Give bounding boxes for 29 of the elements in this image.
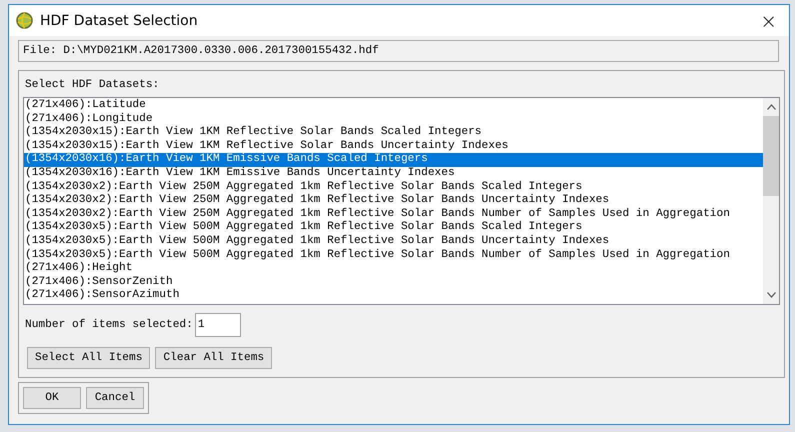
dataset-item[interactable]: (271x406):Height bbox=[24, 262, 763, 276]
scroll-down-icon[interactable] bbox=[766, 292, 776, 298]
selected-count-field[interactable]: 1 bbox=[194, 313, 241, 337]
selected-count-label: Number of items selected: bbox=[24, 319, 193, 331]
dataset-item[interactable]: (1354x2030x2):Earth View 250M Aggregated 1km Reflective Solar Bands Scaled Integers bbox=[24, 180, 763, 194]
dialog-button[interactable]: Cancel bbox=[86, 387, 144, 409]
dataset-item[interactable]: (271x406):SensorAzimuth bbox=[24, 289, 763, 303]
dialog-button[interactable]: OK bbox=[23, 387, 81, 409]
dataset-item[interactable]: (1354x2030x16):Earth View 1KM Emissive Bands Uncertainty Indexes bbox=[24, 166, 763, 181]
close-button[interactable]: × bbox=[756, 8, 781, 32]
dataset-item[interactable]: (1354x2030x15):Earth View 1KM Reflective Solar Bands Uncertainty Indexes bbox=[24, 140, 763, 154]
dataset-item[interactable]: (1354x2030x5):Earth View 500M Aggregated 1km Reflective Solar Bands Scaled Integers bbox=[24, 221, 763, 235]
window-title: HDF Dataset Selection bbox=[40, 12, 199, 28]
scroll-up-icon[interactable] bbox=[766, 104, 776, 110]
dataset-item[interactable]: (1354x2030x5):Earth View 500M Aggregated 1km Reflective Solar Bands Number of Samples Used in Aggregation bbox=[24, 248, 763, 262]
dataset-item[interactable]: (271x406):Longitude bbox=[24, 112, 763, 126]
list-action-button[interactable]: Select All Items bbox=[27, 347, 150, 369]
dataset-item[interactable]: (271x406):Latitude bbox=[24, 99, 763, 113]
dataset-item[interactable]: (1354x2030x2):Earth View 250M Aggregated 1km Reflective Solar Bands Uncertainty Indexes bbox=[24, 194, 763, 208]
dataset-item[interactable]: (1354x2030x5):Earth View 500M Aggregated 1km Reflective Solar Bands Uncertainty Indexes bbox=[24, 234, 763, 249]
globe-icon bbox=[16, 12, 33, 29]
scrollbar[interactable] bbox=[763, 98, 779, 304]
file-path-field[interactable]: File: D:\MYD021KM.A2017300.0330.006.2017300155432.hdf bbox=[18, 40, 779, 62]
dataset-item[interactable]: (1354x2030x16):Earth View 1KM Emissive Bands Scaled Integers bbox=[24, 153, 763, 167]
dataset-item[interactable]: (1354x2030x15):Earth View 1KM Reflective Solar Bands Scaled Integers bbox=[24, 126, 763, 140]
list-action-button[interactable]: Clear All Items bbox=[155, 347, 272, 369]
datasets-label: Select HDF Datasets: bbox=[24, 79, 160, 91]
dataset-item[interactable]: (1354x2030x2):Earth View 250M Aggregated 1km Reflective Solar Bands Number of Samples Used in Aggregation bbox=[24, 208, 763, 222]
dataset-item[interactable]: (271x406):SensorZenith bbox=[24, 276, 763, 290]
